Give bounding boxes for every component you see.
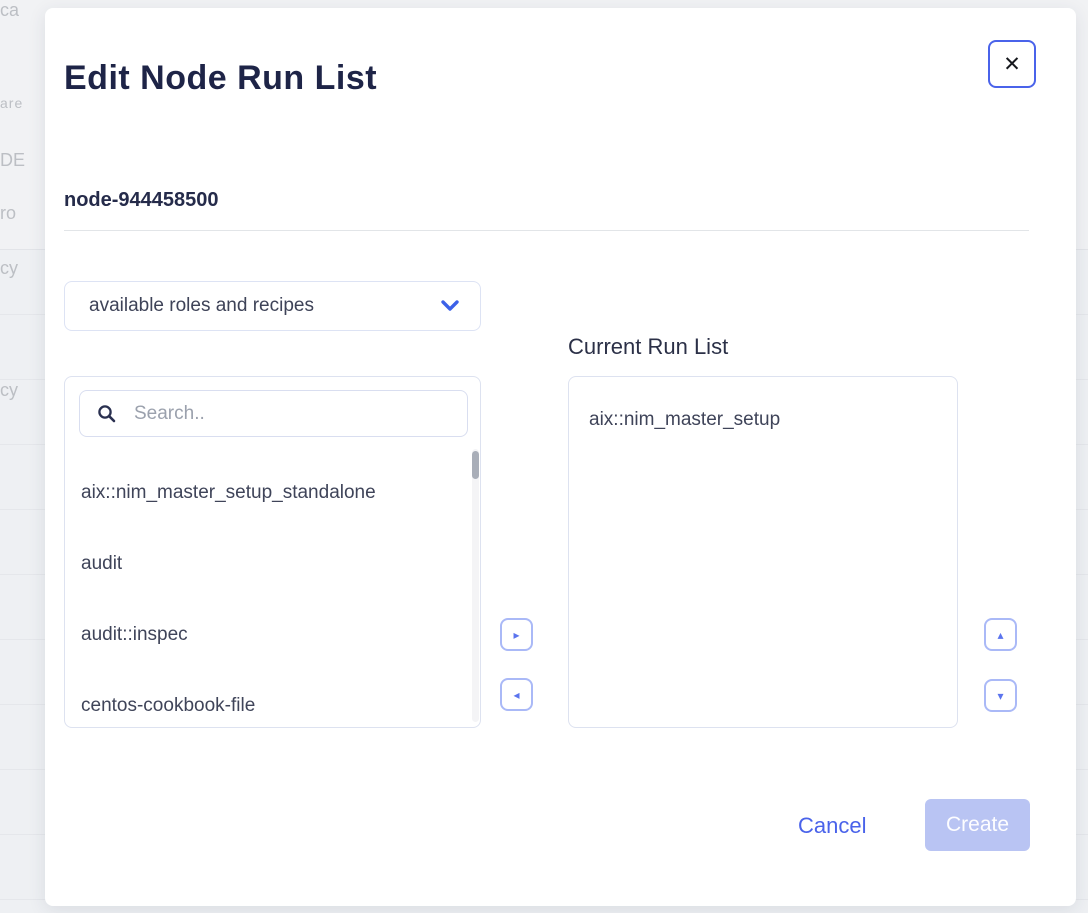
available-list-item[interactable]: aix::nim_master_setup_standalone [65, 457, 466, 528]
node-name-label: node-944458500 [64, 189, 219, 212]
cancel-button[interactable]: Cancel [798, 813, 866, 839]
backdrop-text-fragment: DE [0, 150, 25, 171]
scrollbar-thumb[interactable] [472, 451, 479, 479]
list-scrollbar[interactable] [472, 449, 479, 722]
move-left-button[interactable]: ◂ [500, 678, 533, 711]
arrow-right-icon: ▸ [513, 629, 519, 641]
dropdown-selected-value: available roles and recipes [65, 295, 440, 317]
create-button[interactable]: Create [925, 799, 1030, 851]
backdrop-text-fragment: ca [0, 0, 19, 21]
backdrop-text-fragment: cy [0, 258, 18, 279]
current-run-list-heading: Current Run List [568, 334, 728, 360]
available-list-item[interactable]: audit::inspec [65, 599, 466, 670]
current-list-item[interactable]: aix::nim_master_setup [569, 395, 957, 445]
node-name-underline [64, 230, 1029, 231]
backdrop-text-fragment: cy [0, 380, 18, 401]
edit-node-run-list-modal: ✕ Edit Node Run List node-944458500 avai… [45, 8, 1076, 906]
available-items-panel: aix::nim_master_setup_standalone audit a… [64, 376, 481, 728]
search-icon [97, 404, 116, 423]
close-button[interactable]: ✕ [988, 40, 1036, 88]
available-list-item[interactable]: centos-cookbook-file [65, 670, 466, 728]
search-input[interactable] [134, 403, 457, 425]
move-up-button[interactable]: ▴ [984, 618, 1017, 651]
roles-recipes-dropdown[interactable]: available roles and recipes [64, 281, 481, 331]
close-icon: ✕ [1003, 52, 1021, 77]
modal-title: Edit Node Run List [64, 59, 377, 98]
current-run-list-panel: aix::nim_master_setup [568, 376, 958, 728]
move-down-button[interactable]: ▾ [984, 679, 1017, 712]
available-list-item[interactable]: audit [65, 528, 466, 599]
available-items-list: aix::nim_master_setup_standalone audit a… [65, 437, 466, 727]
arrow-down-icon: ▾ [997, 690, 1003, 702]
arrow-up-icon: ▴ [997, 629, 1003, 641]
arrow-left-icon: ◂ [513, 689, 519, 701]
chevron-down-icon [440, 299, 460, 313]
backdrop-text-fragment: ro [0, 203, 16, 224]
search-box [79, 390, 468, 437]
move-right-button[interactable]: ▸ [500, 618, 533, 651]
backdrop-text-fragment: are [0, 95, 23, 111]
current-run-list-items: aix::nim_master_setup [569, 377, 957, 445]
